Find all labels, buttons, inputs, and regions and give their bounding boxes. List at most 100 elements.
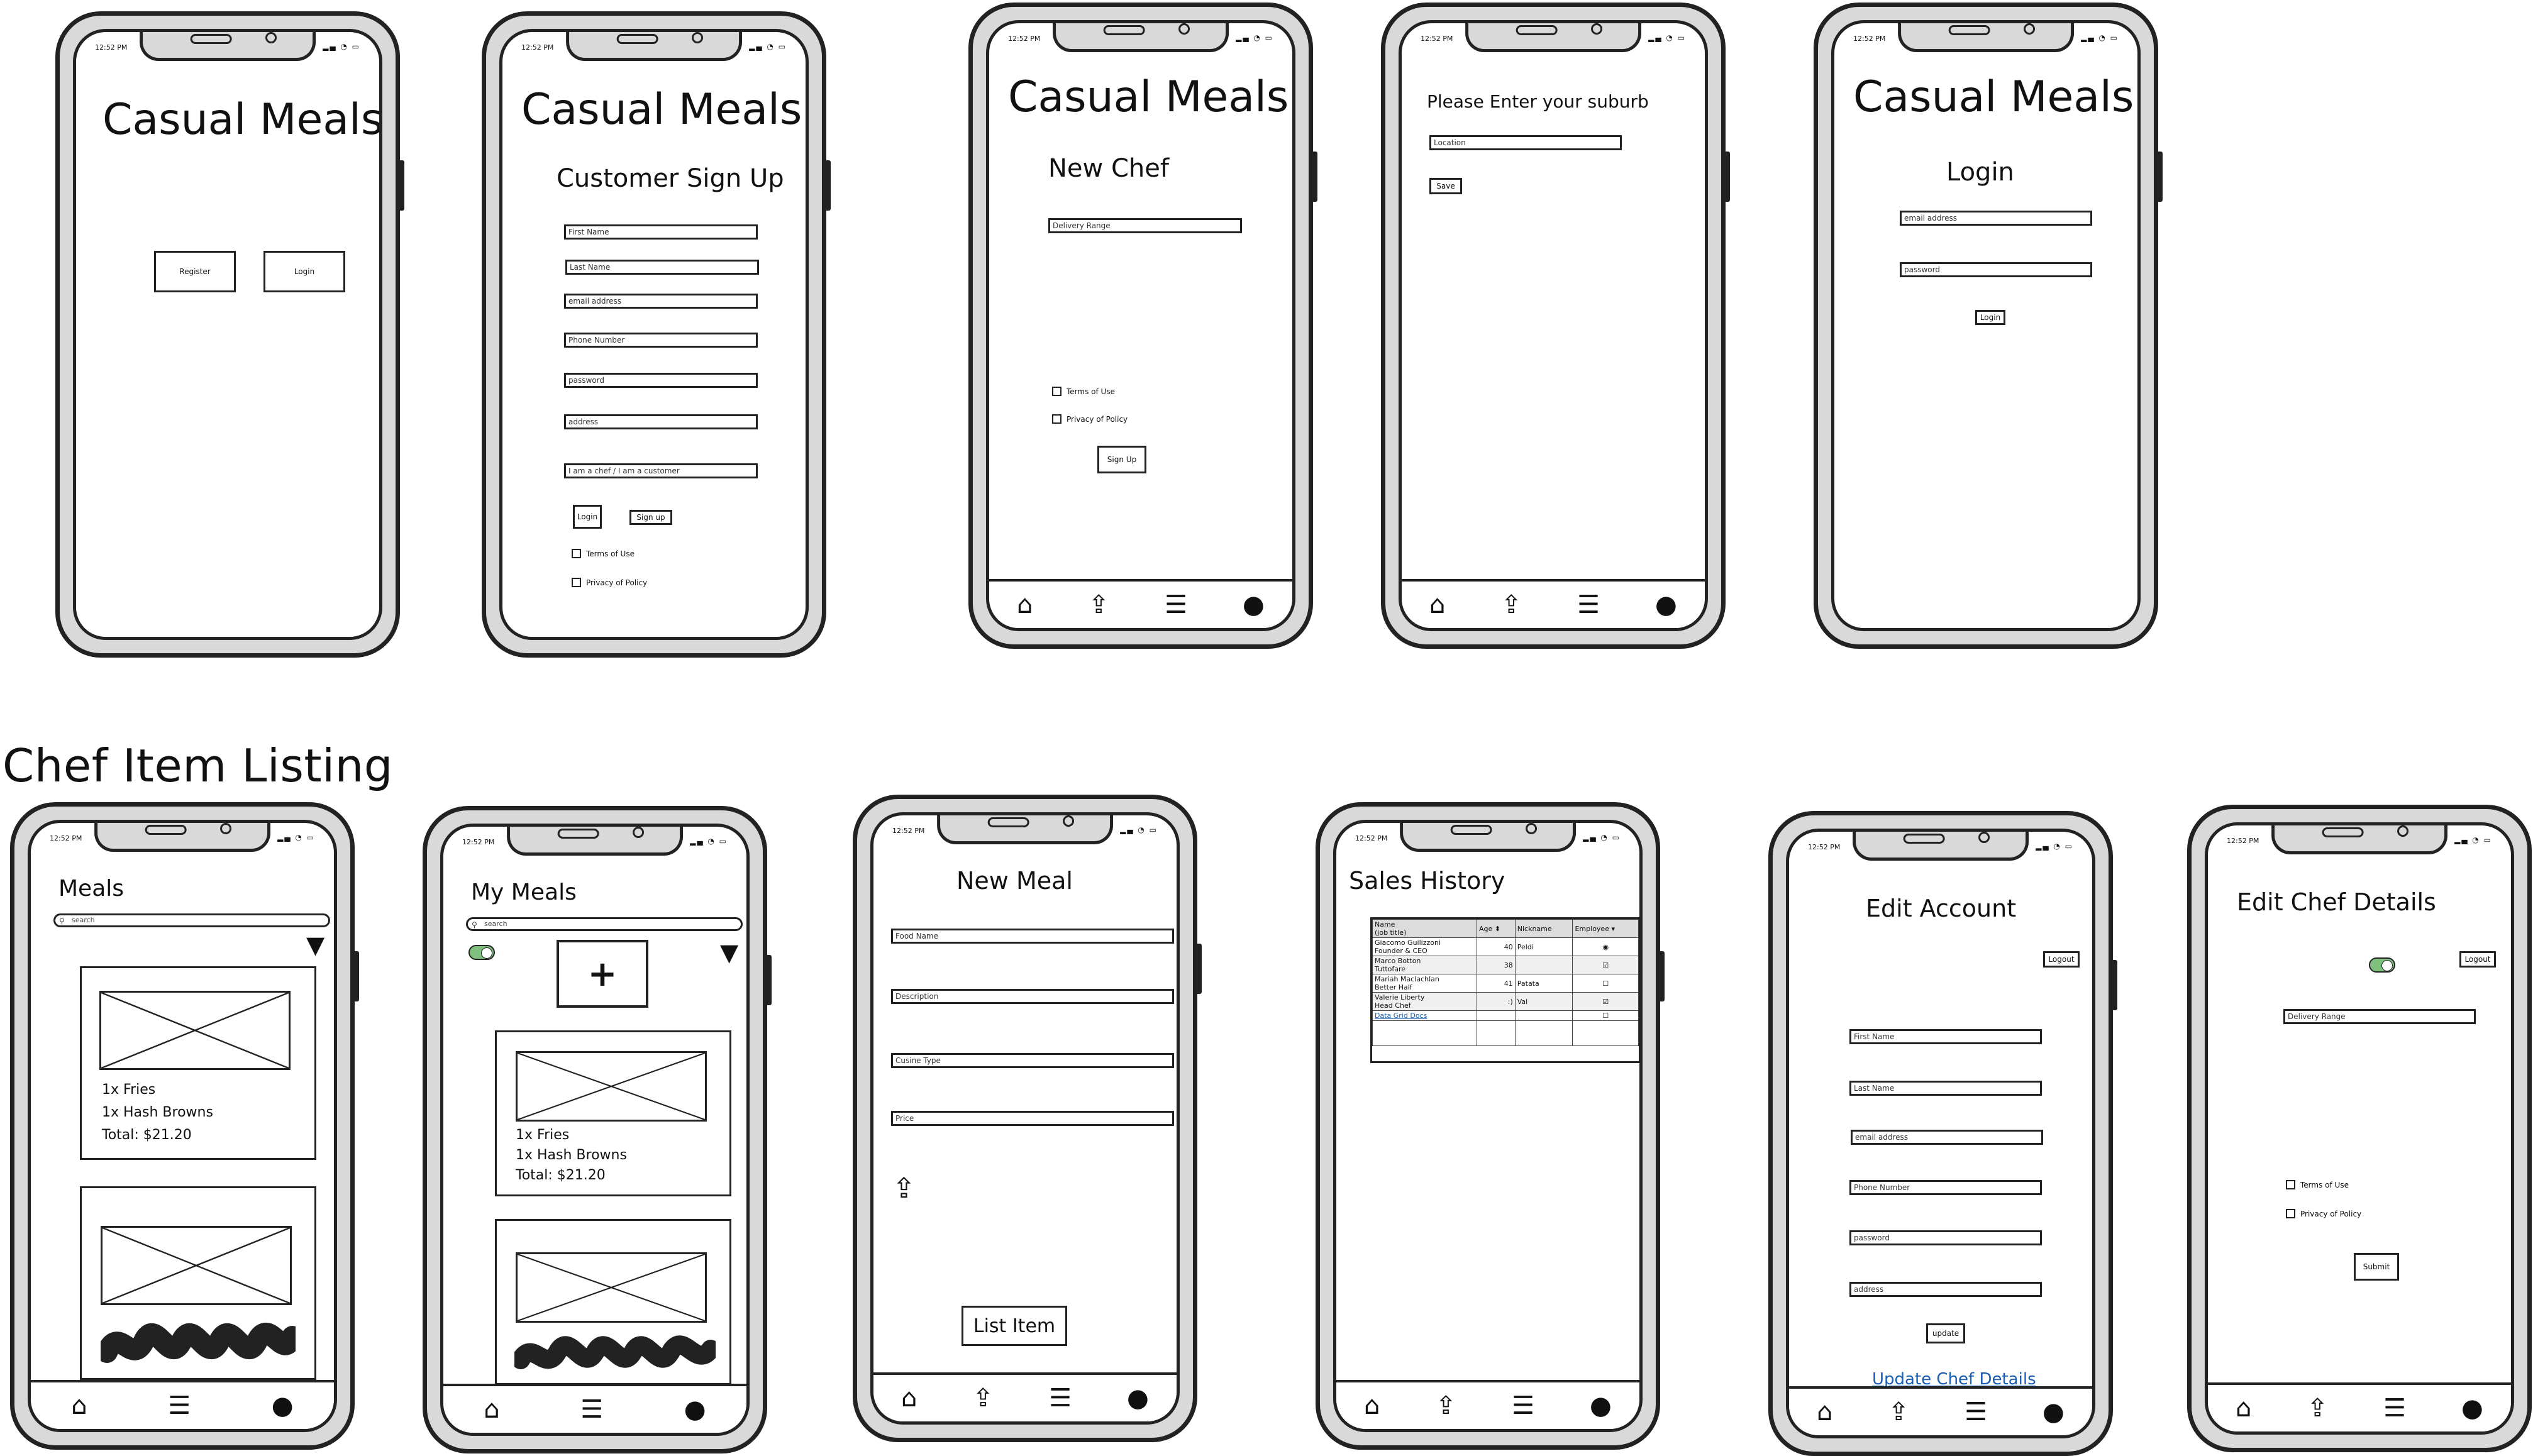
table-row[interactable]: Mariah Maclachlan Better Half 41 Patata …	[1372, 974, 1639, 993]
description-field[interactable]: Description	[891, 989, 1174, 1004]
phone-field[interactable]: Phone Number	[564, 333, 758, 348]
list-icon[interactable]: ☰	[2383, 1396, 2406, 1421]
home-icon[interactable]: ⌂	[2236, 1396, 2251, 1421]
delivery-range-field[interactable]: Delivery Range	[2283, 1009, 2476, 1024]
column-header[interactable]: Nickname	[1514, 919, 1573, 938]
list-icon[interactable]: ☰	[1049, 1386, 1072, 1411]
terms-checkbox[interactable]: Terms of Use	[572, 549, 635, 558]
profile-icon[interactable]: ●	[1590, 1393, 1612, 1418]
meal-card[interactable]	[80, 1186, 316, 1380]
column-header[interactable]: Employee ▾	[1572, 919, 1639, 938]
terms-checkbox[interactable]: Terms of Use	[1052, 387, 1115, 396]
list-icon[interactable]: ☰	[168, 1393, 191, 1418]
password-field[interactable]: password	[1900, 262, 2092, 277]
home-icon[interactable]: ⌂	[484, 1397, 499, 1422]
update-button[interactable]: update	[1926, 1323, 1965, 1343]
location-field[interactable]: Location	[1429, 135, 1622, 150]
upload-icon[interactable]: ⇪	[1436, 1393, 1457, 1418]
last-name-field[interactable]: Last Name	[565, 260, 759, 275]
list-icon[interactable]: ☰	[580, 1397, 603, 1422]
upload-icon[interactable]: ⇪	[973, 1386, 994, 1411]
list-icon[interactable]: ☰	[1577, 592, 1600, 617]
cuisine-type-field[interactable]: Cusine Type	[891, 1053, 1174, 1068]
save-button[interactable]: Save	[1429, 178, 1462, 194]
table-row[interactable]: Data Grid Docs ☐	[1372, 1010, 1639, 1021]
home-icon[interactable]: ⌂	[1817, 1399, 1832, 1425]
list-icon[interactable]: ☰	[1165, 592, 1187, 617]
address-field[interactable]: address	[564, 414, 758, 429]
table-row[interactable]: Marco Botton Tuttofare 38 ☑	[1372, 956, 1639, 974]
column-header[interactable]: Age ⬍	[1477, 919, 1516, 938]
meal-card[interactable]: 1x Fries 1x Hash Browns Total: $21.20	[495, 1030, 731, 1196]
profile-icon[interactable]: ●	[1243, 592, 1265, 617]
password-field[interactable]: password	[1849, 1230, 2042, 1245]
first-name-field[interactable]: First Name	[1849, 1029, 2042, 1044]
home-icon[interactable]: ⌂	[71, 1393, 87, 1418]
email-field[interactable]: email address	[564, 294, 758, 309]
upload-icon[interactable]: ⇪	[2307, 1396, 2329, 1421]
cell-employee[interactable]: ☐	[1572, 1010, 1639, 1021]
status-icons: ▂▄ ◔ ▭	[1236, 33, 1273, 42]
cell-employee[interactable]: ☐	[1572, 974, 1639, 993]
meal-card[interactable]: 1x Fries 1x Hash Browns Total: $21.20	[80, 966, 316, 1160]
cell-employee[interactable]: ☑	[1572, 992, 1639, 1011]
login-button[interactable]: Login	[573, 505, 602, 529]
email-field[interactable]: email address	[1900, 211, 2092, 226]
table-row[interactable]: Giacomo Guilizzoni Founder & CEO 40 Peld…	[1372, 937, 1639, 956]
sales-data-grid[interactable]: Name (job title) Age ⬍ Nickname Employee…	[1370, 917, 1639, 1063]
list-icon[interactable]: ☰	[1965, 1399, 1987, 1425]
table-row[interactable]: Valerie Liberty Head Chef :) Val ☑	[1372, 992, 1639, 1011]
list-item-button[interactable]: List Item	[962, 1306, 1067, 1346]
signup-button[interactable]: Sign Up	[1097, 446, 1146, 473]
home-icon[interactable]: ⌂	[1364, 1393, 1380, 1418]
profile-icon[interactable]: ●	[2042, 1399, 2065, 1425]
meal-card[interactable]	[495, 1219, 731, 1385]
filter-icon[interactable]: ▼	[720, 939, 738, 966]
home-icon[interactable]: ⌂	[901, 1386, 917, 1411]
profile-icon[interactable]: ●	[1127, 1386, 1149, 1411]
food-name-field[interactable]: Food Name	[891, 929, 1174, 944]
add-meal-button[interactable]: +	[557, 940, 648, 1008]
logout-button[interactable]: Logout	[2459, 951, 2496, 968]
data-grid-docs-link[interactable]: Data Grid Docs	[1372, 1010, 1477, 1021]
column-header[interactable]: Name (job title)	[1372, 919, 1477, 938]
cell-employee[interactable]: ◉	[1572, 937, 1639, 956]
search-input[interactable]: ⚲ search	[53, 913, 330, 927]
home-icon[interactable]: ⌂	[1429, 592, 1445, 617]
last-name-field[interactable]: Last Name	[1849, 1081, 2042, 1096]
logout-button[interactable]: Logout	[2043, 951, 2080, 968]
signup-button[interactable]: Sign up	[629, 510, 672, 525]
delivery-range-field[interactable]: Delivery Range	[1048, 218, 1242, 233]
login-button[interactable]: Login	[1975, 310, 2005, 325]
upload-image-icon[interactable]: ⇪	[892, 1172, 916, 1205]
role-field[interactable]: I am a chef / I am a customer	[564, 463, 758, 478]
register-button[interactable]: Register	[154, 251, 236, 292]
password-field[interactable]: password	[564, 373, 758, 388]
first-name-field[interactable]: First Name	[564, 224, 758, 240]
home-icon[interactable]: ⌂	[1017, 592, 1033, 617]
privacy-checkbox[interactable]: Privacy of Policy	[2286, 1209, 2361, 1218]
profile-icon[interactable]: ●	[272, 1393, 294, 1418]
filter-icon[interactable]: ▼	[306, 931, 324, 959]
submit-button[interactable]: Submit	[2354, 1253, 2399, 1281]
profile-icon[interactable]: ●	[2461, 1396, 2483, 1421]
upload-icon[interactable]: ⇪	[1501, 592, 1522, 617]
profile-icon[interactable]: ●	[684, 1397, 706, 1422]
terms-checkbox[interactable]: Terms of Use	[2286, 1180, 2349, 1189]
screen-my-meals: 12:52 PM ▂▄ ◔ ▭ My Meals ⚲ search + ▼ 1x …	[440, 824, 750, 1436]
price-field[interactable]: Price	[891, 1111, 1174, 1126]
address-field[interactable]: address	[1849, 1282, 2042, 1297]
upload-icon[interactable]: ⇪	[1089, 592, 1110, 617]
phone-field[interactable]: Phone Number	[1849, 1180, 2042, 1195]
list-icon[interactable]: ☰	[1512, 1393, 1534, 1418]
email-field[interactable]: email address	[1851, 1130, 2043, 1145]
privacy-checkbox[interactable]: Privacy of Policy	[1052, 414, 1128, 424]
availability-toggle[interactable]	[2369, 957, 2395, 973]
profile-icon[interactable]: ●	[1655, 592, 1677, 617]
search-input[interactable]: ⚲ search	[466, 917, 743, 931]
upload-icon[interactable]: ⇪	[1888, 1399, 1910, 1425]
login-button[interactable]: Login	[263, 251, 345, 292]
privacy-checkbox[interactable]: Privacy of Policy	[572, 578, 647, 587]
cell-employee[interactable]: ☑	[1572, 956, 1639, 974]
visibility-toggle[interactable]	[468, 945, 495, 960]
